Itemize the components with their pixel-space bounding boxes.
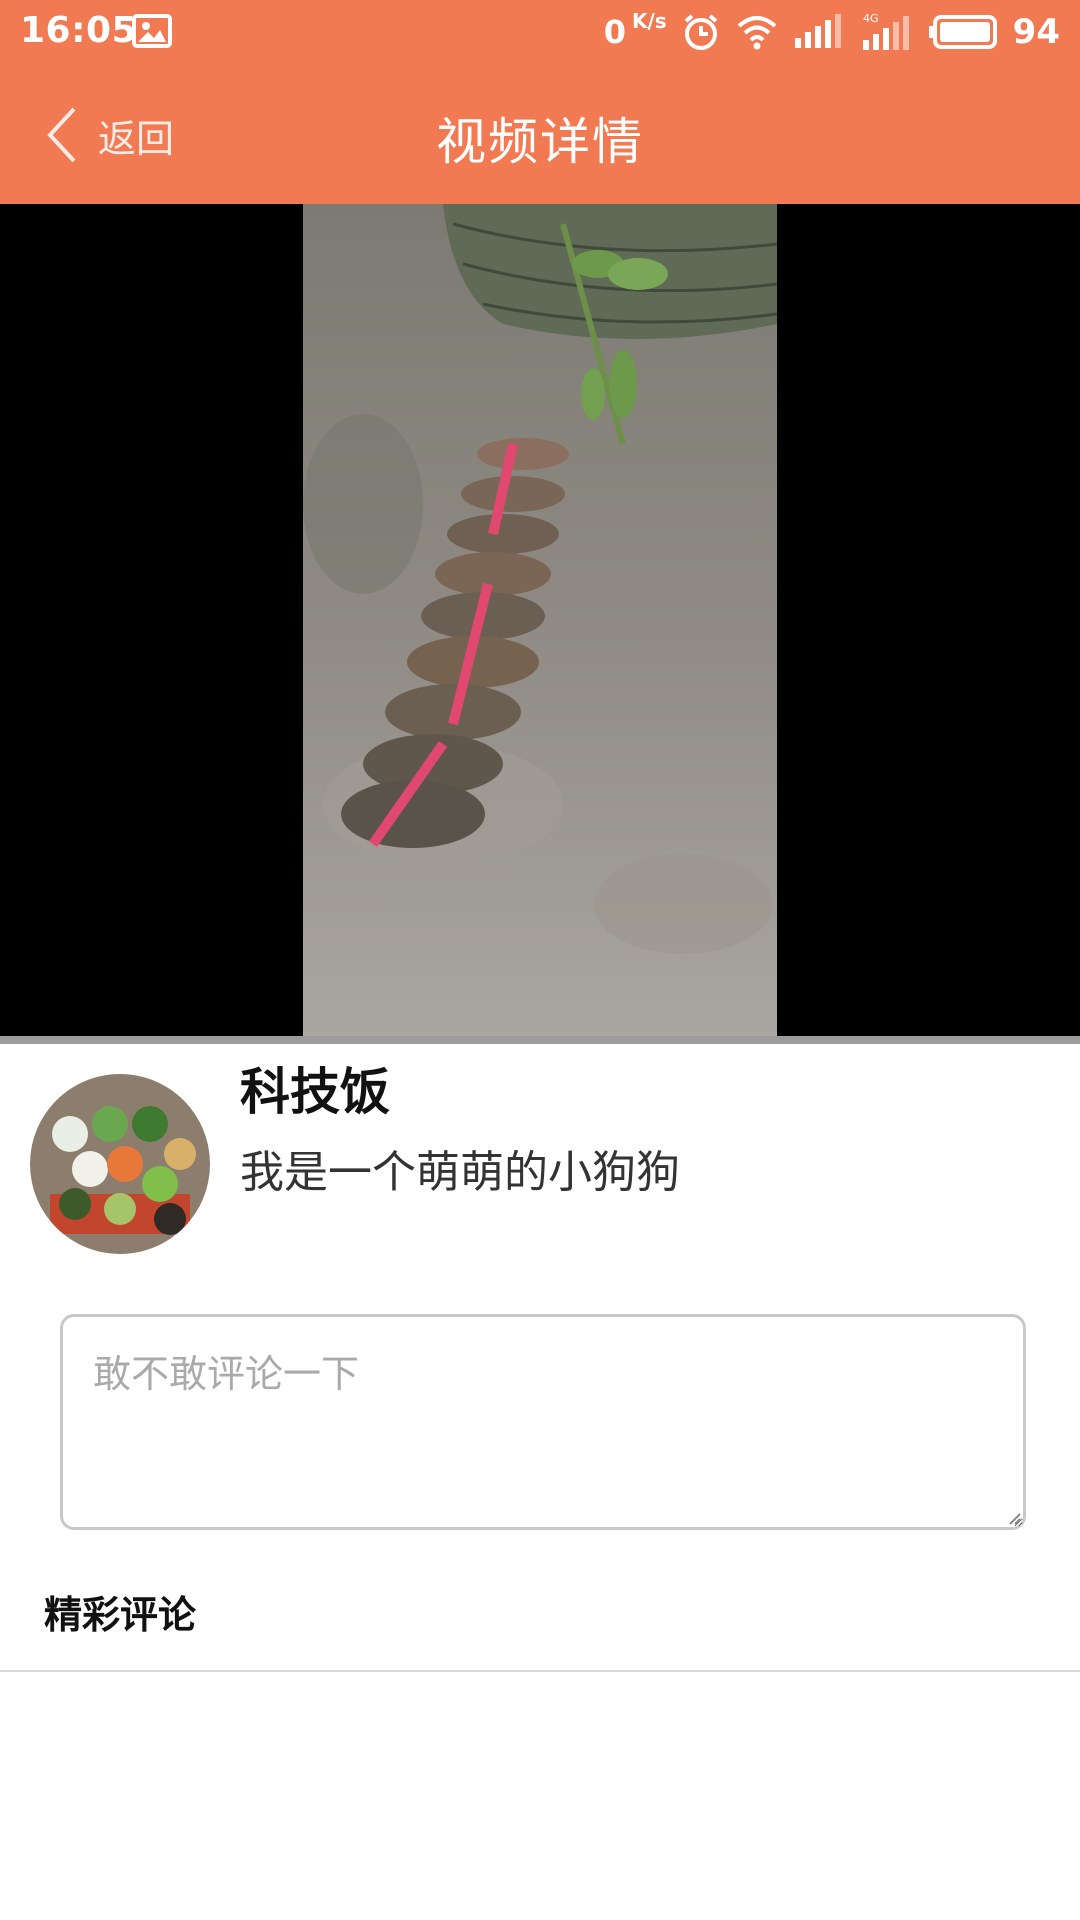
svg-text:4G: 4G [863,12,879,25]
wifi-icon [737,16,776,50]
net-speed-unit: K/s [631,9,667,33]
alarm-icon [684,14,717,50]
video-thumbnail [303,204,778,1040]
status-time: 16:05 [20,10,138,51]
avatar-image [30,1074,210,1254]
divider [0,1670,1080,1672]
status-bar: 16:05 0 K/s 4G 94 [0,0,1080,64]
author-bio: 我是一个萌萌的小狗狗 [240,1147,680,1198]
battery-level: 94 [1012,12,1060,52]
video-progress-bar[interactable] [0,1036,1080,1044]
net-speed-value: 0 [603,13,626,51]
resize-grip-icon[interactable] [1006,1510,1022,1526]
avatar[interactable] [30,1074,210,1254]
page-title: 视频详情 [436,113,644,171]
nav-bar: 返回 视频详情 [0,64,1080,204]
gallery-icon [132,14,172,48]
status-icons: 0 K/s 4G 94 [604,0,1060,64]
author-name[interactable]: 科技饭 [240,1052,390,1124]
video-player[interactable] [0,204,1080,1040]
battery-icon [928,15,997,49]
signal-icon [794,14,841,48]
video-frame[interactable] [303,204,778,1040]
comments-section-title: 精彩评论 [44,1593,197,1637]
net-speed: 0 K/s [603,9,667,51]
comment-input[interactable] [60,1314,1026,1530]
signal-4g-icon: 4G [862,12,909,50]
